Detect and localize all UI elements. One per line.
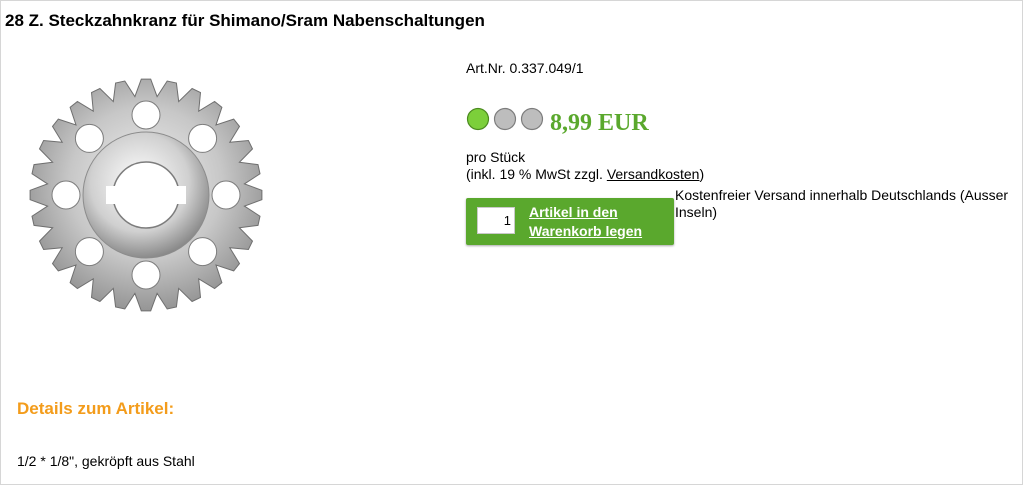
quantity-input[interactable] <box>477 207 515 234</box>
tax-note: (inkl. 19 % MwSt zzgl. Versandkosten) <box>466 166 704 183</box>
add-to-cart-button[interactable]: Artikel in den Warenkorb legen <box>529 203 669 241</box>
add-to-cart-box: Artikel in den Warenkorb legen <box>466 198 674 245</box>
availability-light-gray-2 <box>520 107 544 131</box>
unit-label: pro Stück <box>466 149 526 165</box>
tax-prefix: (inkl. 19 % MwSt zzgl. <box>466 166 607 182</box>
availability-light-gray-1 <box>493 107 517 131</box>
price-info: pro Stück (inkl. 19 % MwSt zzgl. Versand… <box>466 149 704 183</box>
free-shipping-note: Kostenfreier Versand innerhalb Deutschla… <box>675 187 1009 220</box>
product-title: 28 Z. Steckzahnkranz für Shimano/Sram Na… <box>5 11 485 30</box>
shipping-costs-link[interactable]: Versandkosten <box>607 166 700 182</box>
tax-suffix: ) <box>699 166 705 182</box>
availability-traffic-light <box>466 107 544 131</box>
price: 8,99 EUR <box>550 110 649 136</box>
details-text: 1/2 * 1/8", gekröpft aus Stahl <box>17 453 195 469</box>
details-heading: Details zum Artikel: <box>17 399 175 418</box>
sprocket-image <box>29 78 263 312</box>
article-number: Art.Nr. 0.337.049/1 <box>466 60 584 76</box>
availability-light-green <box>466 107 490 131</box>
